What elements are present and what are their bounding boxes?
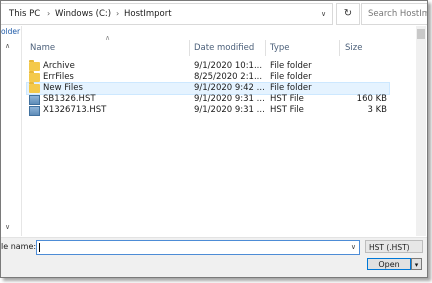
search-placeholder: Search HostIm bbox=[368, 9, 428, 19]
column-header-date-modified[interactable]: Date modified bbox=[194, 43, 254, 53]
address-bar[interactable]: This PC › Windows (C:) › HostImport ∨ bbox=[1, 3, 333, 25]
vertical-scrollbar[interactable] bbox=[416, 26, 426, 236]
text-caret bbox=[39, 243, 40, 252]
breadcrumb-drive[interactable]: Windows (C:) bbox=[55, 4, 111, 24]
file-type: HST File bbox=[270, 94, 304, 104]
breadcrumb-hostimport[interactable]: HostImport bbox=[124, 4, 172, 24]
chevron-right-icon[interactable]: › bbox=[47, 4, 50, 24]
refresh-button[interactable]: ↻ bbox=[336, 3, 360, 25]
breadcrumb-this-pc[interactable]: This PC bbox=[9, 4, 40, 24]
filename-label: le name: bbox=[1, 242, 37, 251]
file-open-dialog: This PC › Windows (C:) › HostImport ∨ ↻ … bbox=[0, 0, 428, 278]
sort-ascending-icon: ∧ bbox=[105, 34, 111, 42]
chevron-right-icon[interactable]: › bbox=[116, 4, 119, 24]
column-header-name[interactable]: Name bbox=[30, 43, 55, 53]
filename-input[interactable]: ∨ bbox=[36, 240, 360, 255]
file-name: X1326713.HST bbox=[43, 105, 107, 115]
dialog-footer: le name: ∨ HST (.HST) Open ▾ bbox=[1, 237, 427, 277]
file-date: 9/1/2020 10:1... bbox=[194, 61, 263, 71]
scroll-down-icon[interactable]: ∨ bbox=[5, 223, 10, 231]
folder-icon bbox=[29, 60, 40, 71]
list-item[interactable]: SB1326.HST 9/1/2020 9:31 ... HST File 16… bbox=[27, 94, 389, 105]
file-date: 9/1/2020 9:31 ... bbox=[194, 94, 265, 104]
list-item-selected[interactable]: New Files 9/1/2020 9:42 ... File folder bbox=[26, 82, 390, 95]
file-name: Archive bbox=[43, 61, 75, 71]
open-dropdown-button[interactable]: ▾ bbox=[411, 258, 422, 270]
file-name: SB1326.HST bbox=[43, 94, 96, 104]
search-input[interactable]: Search HostIm bbox=[361, 3, 428, 25]
file-date: 9/1/2020 9:42 ... bbox=[194, 83, 265, 93]
column-header-size[interactable]: Size bbox=[345, 43, 362, 53]
file-icon bbox=[29, 106, 40, 116]
file-type-filter[interactable]: HST (.HST) bbox=[365, 240, 423, 253]
file-type: File folder bbox=[270, 83, 312, 93]
column-divider[interactable] bbox=[189, 40, 190, 56]
nav-pane-item[interactable]: older bbox=[1, 27, 20, 36]
folder-icon bbox=[29, 82, 40, 93]
file-date: 8/25/2020 2:1... bbox=[194, 72, 263, 82]
file-type: File folder bbox=[270, 61, 312, 71]
navigation-pane: older ∧ ∨ bbox=[1, 26, 21, 236]
file-name: ErrFiles bbox=[43, 72, 74, 82]
column-header-type[interactable]: Type bbox=[270, 43, 290, 53]
column-divider[interactable] bbox=[265, 40, 266, 56]
list-item[interactable]: Archive 9/1/2020 10:1... File folder bbox=[27, 60, 389, 72]
file-date: 9/1/2020 9:31 ... bbox=[194, 105, 265, 115]
file-list: ∧ Name Date modified Type Size Archive 9… bbox=[23, 34, 416, 233]
file-name: New Files bbox=[43, 83, 83, 93]
open-button[interactable]: Open bbox=[367, 258, 411, 270]
scroll-up-icon[interactable]: ∧ bbox=[5, 42, 10, 50]
file-icon bbox=[29, 95, 40, 105]
file-type: HST File bbox=[270, 105, 304, 115]
column-divider[interactable] bbox=[339, 40, 340, 56]
file-type: File folder bbox=[270, 72, 312, 82]
chevron-down-icon[interactable]: ∨ bbox=[321, 4, 326, 24]
list-item[interactable]: ErrFiles 8/25/2020 2:1... File folder bbox=[27, 71, 389, 83]
chevron-down-icon[interactable]: ∨ bbox=[351, 241, 356, 254]
file-size: 160 KB bbox=[356, 94, 387, 104]
folder-icon bbox=[29, 71, 40, 82]
refresh-icon: ↻ bbox=[343, 8, 353, 19]
list-item[interactable]: X1326713.HST 9/1/2020 9:31 ... HST File … bbox=[27, 105, 389, 116]
caret-down-icon: ▾ bbox=[414, 261, 419, 269]
scrollbar-thumb[interactable] bbox=[417, 29, 425, 39]
file-size: 3 KB bbox=[367, 105, 387, 115]
pane-divider[interactable] bbox=[21, 26, 22, 236]
